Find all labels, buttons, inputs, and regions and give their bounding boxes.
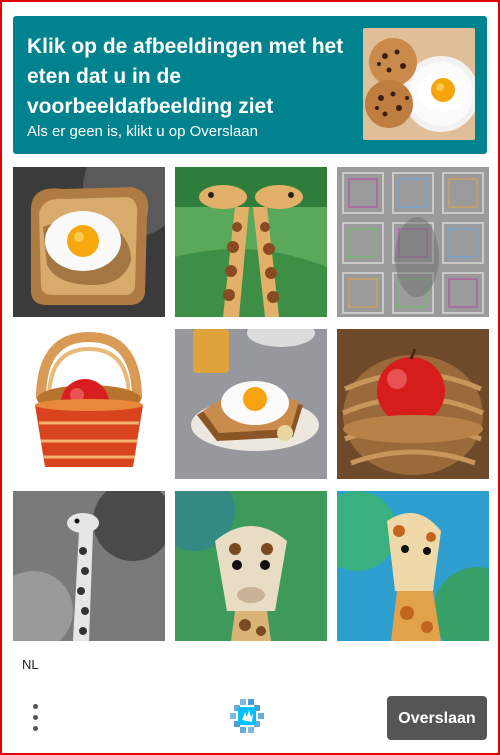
grid-tile-4[interactable]	[13, 329, 165, 479]
sample-image-cookies-egg	[363, 28, 475, 140]
noise-pattern-image	[337, 167, 489, 317]
language-label[interactable]: NL	[22, 657, 39, 672]
three-dots-vertical-icon[interactable]	[26, 700, 46, 734]
image-grid	[13, 167, 489, 643]
apple-in-red-basket-image	[13, 329, 165, 479]
hcaptcha-logo-icon[interactable]	[230, 699, 264, 733]
grid-tile-1[interactable]	[13, 167, 165, 317]
sample-image	[363, 28, 475, 140]
challenge-header: Klik op de afbeeldingen met het eten dat…	[13, 16, 487, 154]
challenge-subtitle: Als er geen is, klikt u op Overslaan	[27, 123, 258, 140]
apple-in-wicker-basket-image	[337, 329, 489, 479]
grid-tile-5[interactable]	[175, 329, 327, 479]
two-giraffes-painting-image	[175, 167, 327, 317]
captcha-frame: Klik op de afbeeldingen met het eten dat…	[0, 0, 500, 755]
challenge-title: Klik op de afbeeldingen met het eten dat…	[27, 35, 344, 118]
egg-on-toast-image	[13, 167, 165, 317]
grid-tile-9[interactable]	[337, 491, 489, 641]
grid-tile-8[interactable]	[175, 491, 327, 641]
skip-button[interactable]: Overslaan	[387, 696, 487, 740]
egg-on-toast-plate-image	[175, 329, 327, 479]
giraffe-black-white-image	[13, 491, 165, 641]
grid-tile-2[interactable]	[175, 167, 327, 317]
grid-tile-3[interactable]	[337, 167, 489, 317]
giraffe-watercolor-image	[337, 491, 489, 641]
grid-tile-7[interactable]	[13, 491, 165, 641]
giraffe-head-green-image	[175, 491, 327, 641]
grid-tile-6[interactable]	[337, 329, 489, 479]
